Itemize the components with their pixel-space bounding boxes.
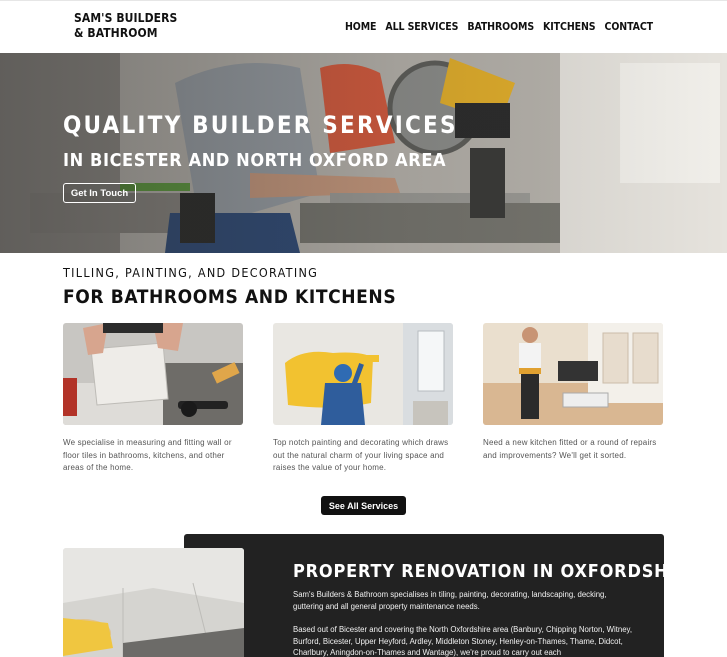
renovation-title: PROPERTY RENOVATION IN OXFORDSHIRE: [293, 561, 701, 582]
nav-kitchens[interactable]: KITCHENS: [543, 21, 596, 33]
nav-home[interactable]: HOME: [345, 21, 377, 33]
nav-all-services[interactable]: ALL SERVICES: [385, 21, 458, 33]
tiling-image: [63, 323, 243, 425]
nav-bathrooms[interactable]: BATHROOMS: [467, 21, 534, 33]
see-all-services-button[interactable]: See All Services: [321, 496, 406, 515]
site-logo[interactable]: SAM'S BUILDERS & BATHROOM: [74, 11, 177, 41]
nav-contact[interactable]: CONTACT: [605, 21, 654, 33]
services-kicker: TILLING, PAINTING, AND DECORATING: [63, 265, 319, 280]
get-in-touch-button[interactable]: Get In Touch: [63, 183, 136, 203]
tiling-text: We specialise in measuring and fitting w…: [63, 438, 232, 472]
hero-title: QUALITY BUILDER SERVICES: [63, 111, 458, 139]
site-header: SAM'S BUILDERS & BATHROOM HOME ALL SERVI…: [0, 0, 727, 53]
kitchen-text: Need a new kitchen fitted or a round of …: [483, 438, 657, 460]
renovation-paragraph-1: Sam's Builders & Bathroom specialises in…: [293, 590, 607, 611]
hero-subtitle: IN BICESTER AND NORTH OXFORD AREA: [63, 150, 447, 171]
main-nav: HOME ALL SERVICES BATHROOMS KITCHENS CON…: [345, 21, 653, 33]
service-card-tiling: We specialise in measuring and fitting w…: [63, 323, 243, 475]
service-card-painting: Top notch painting and decorating which …: [273, 323, 453, 475]
renovation-paragraph-2: Based out of Bicester and covering the N…: [293, 625, 633, 657]
renovation-image: [63, 548, 244, 657]
service-card-kitchen: Need a new kitchen fitted or a round of …: [483, 323, 663, 462]
hero-banner: QUALITY BUILDER SERVICES IN BICESTER AND…: [0, 53, 727, 253]
logo-line-2: & BATHROOM: [74, 26, 158, 40]
logo-line-1: SAM'S BUILDERS: [74, 11, 178, 25]
kitchen-image: [483, 323, 663, 425]
painting-text: Top notch painting and decorating which …: [273, 438, 449, 472]
painting-image: [273, 323, 453, 425]
services-title: FOR BATHROOMS AND KITCHENS: [63, 286, 397, 308]
